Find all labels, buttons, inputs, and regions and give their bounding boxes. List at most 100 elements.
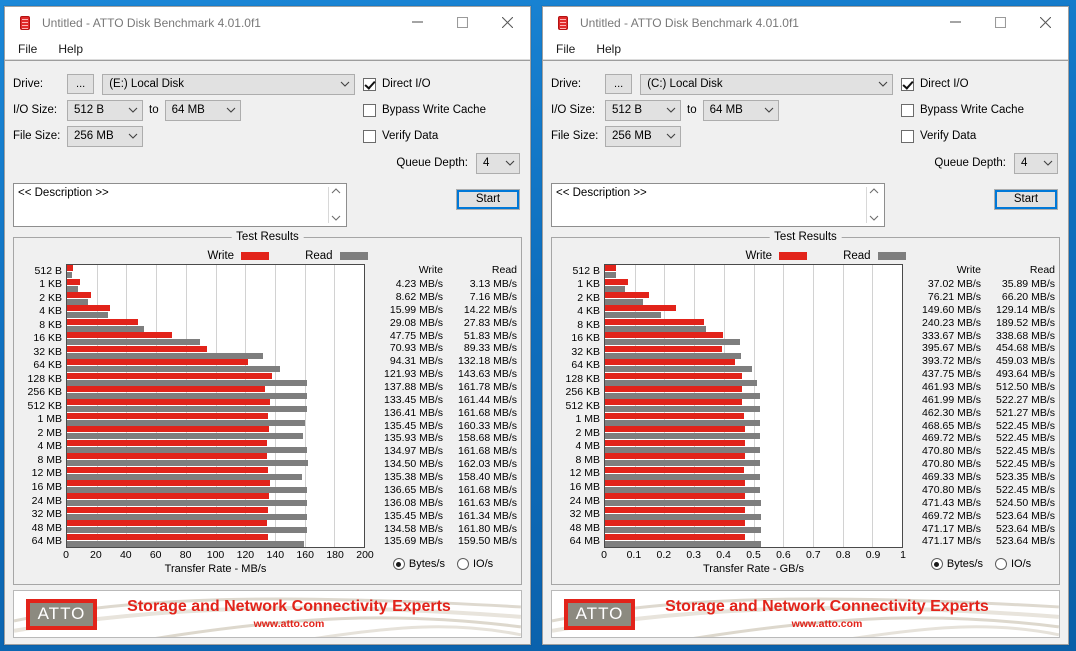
radio-icon[interactable] bbox=[392, 558, 405, 570]
close-button[interactable] bbox=[1023, 7, 1068, 38]
io-per-second-radio[interactable]: IO/s bbox=[994, 558, 1031, 570]
atto-window-left[interactable]: Untitled - ATTO Disk Benchmark 4.01.0f1 F… bbox=[4, 6, 531, 645]
direct-io-checkbox[interactable]: Direct I/O bbox=[901, 71, 1060, 97]
verify-data-checkbox-box[interactable] bbox=[363, 129, 376, 143]
write-bar bbox=[67, 479, 270, 486]
category-label: 64 KB bbox=[571, 359, 600, 372]
window-controls bbox=[933, 7, 1068, 38]
drive-select[interactable]: (E:) Local Disk bbox=[102, 73, 355, 95]
read-bar bbox=[67, 500, 308, 507]
minimize-button[interactable] bbox=[933, 7, 978, 38]
read-bar bbox=[605, 460, 761, 467]
write-bar bbox=[605, 278, 628, 285]
description-input[interactable]: << Description >> bbox=[551, 183, 885, 227]
chart-area: 512 B1 KB 2 KB 4 KB 8 KB 16 KB 32 KB 64 KB 128 … bbox=[18, 264, 517, 548]
radio-icon[interactable] bbox=[930, 558, 943, 570]
category-label: 4 KB bbox=[577, 305, 600, 318]
direct-io-checkbox[interactable]: Direct I/O bbox=[363, 71, 522, 97]
description-input[interactable]: << Description >> bbox=[13, 183, 347, 227]
read-value: 7.16 MB/s bbox=[469, 291, 517, 304]
direct-io-checkbox-box[interactable] bbox=[901, 77, 914, 91]
table-row: 469.72 MB/s 523.64 MB/s bbox=[907, 509, 1055, 522]
io-size-max-select[interactable]: 64 MB bbox=[702, 99, 779, 121]
write-value: 8.62 MB/s bbox=[395, 291, 443, 304]
verify-data-checkbox-box[interactable] bbox=[901, 129, 914, 143]
browse-button[interactable]: ... bbox=[605, 74, 633, 94]
io-size-min-select[interactable]: 512 B bbox=[67, 99, 143, 121]
window-client-area: Drive:... (E:) Local Disk I/O Size: 512 B to… bbox=[5, 60, 530, 644]
description-scrollbar[interactable] bbox=[328, 187, 342, 223]
read-value: 35.89 MB/s bbox=[1001, 278, 1055, 291]
verify-data-checkbox[interactable]: Verify Data bbox=[363, 123, 522, 149]
verify-data-checkbox[interactable]: Verify Data bbox=[901, 123, 1060, 149]
test-results-group: Test Results Write Read 512 B1 KB 2 KB 4 KB 8 … bbox=[13, 231, 522, 585]
atto-window-right[interactable]: Untitled - ATTO Disk Benchmark 4.01.0f1 F… bbox=[542, 6, 1069, 645]
bypass-write-cache-checkbox[interactable]: Bypass Write Cache bbox=[363, 97, 522, 123]
write-bar bbox=[605, 399, 743, 406]
bypass-write-cache-checkbox-box[interactable] bbox=[363, 103, 376, 117]
start-button[interactable]: Start bbox=[456, 189, 520, 210]
queue-depth-select[interactable]: 4 bbox=[476, 152, 520, 174]
table-row: 469.72 MB/s 522.45 MB/s bbox=[907, 432, 1055, 445]
io-size-min-select[interactable]: 512 B bbox=[605, 99, 681, 121]
radio-icon[interactable] bbox=[994, 558, 1007, 570]
read-value: 159.50 MB/s bbox=[458, 535, 517, 548]
file-size-select[interactable]: 256 MB bbox=[67, 125, 143, 147]
menu-item-help[interactable]: Help bbox=[56, 41, 85, 57]
drive-select[interactable]: (C:) Local Disk bbox=[640, 73, 893, 95]
bar-group bbox=[67, 493, 364, 507]
minimize-button[interactable] bbox=[395, 7, 440, 38]
bypass-write-cache-checkbox[interactable]: Bypass Write Cache bbox=[901, 97, 1060, 123]
start-button[interactable]: Start bbox=[994, 189, 1058, 210]
maximize-button[interactable] bbox=[440, 7, 485, 38]
browse-button[interactable]: ... bbox=[67, 74, 95, 94]
table-row: 135.93 MB/s 158.68 MB/s bbox=[369, 432, 517, 445]
direct-io-checkbox-box[interactable] bbox=[363, 77, 376, 91]
write-value: 29.08 MB/s bbox=[389, 316, 443, 329]
banner-url[interactable]: www.atto.com bbox=[635, 618, 1019, 630]
x-axis-tick: 140 bbox=[266, 549, 285, 561]
write-value: 437.75 MB/s bbox=[922, 368, 981, 381]
chevron-up-icon bbox=[331, 188, 340, 194]
io-size-max-select[interactable]: 64 MB bbox=[164, 99, 241, 121]
category-label: 8 KB bbox=[39, 318, 62, 331]
menu-item-file[interactable]: File bbox=[554, 41, 577, 57]
menu-item-file[interactable]: File bbox=[16, 41, 39, 57]
drive-label: Drive: bbox=[551, 78, 582, 90]
write-bar bbox=[67, 318, 138, 325]
write-bar bbox=[605, 359, 735, 366]
write-value: 134.97 MB/s bbox=[384, 445, 443, 458]
table-row: 135.38 MB/s 158.40 MB/s bbox=[369, 471, 517, 484]
verify-data-checkbox-label: Verify Data bbox=[920, 130, 977, 142]
bypass-write-cache-checkbox-box[interactable] bbox=[901, 103, 914, 117]
read-bar bbox=[605, 419, 761, 426]
category-axis: 512 B1 KB 2 KB 4 KB 8 KB 16 KB 32 KB 64 KB 128 … bbox=[556, 264, 604, 548]
write-value: 134.50 MB/s bbox=[384, 458, 443, 471]
read-bar bbox=[67, 379, 308, 386]
radio-icon[interactable] bbox=[456, 558, 469, 570]
queue-depth-select[interactable]: 4 bbox=[1014, 152, 1058, 174]
category-label: 8 MB bbox=[575, 453, 600, 466]
close-button[interactable] bbox=[485, 7, 530, 38]
maximize-button[interactable] bbox=[978, 7, 1023, 38]
menu-item-help[interactable]: Help bbox=[594, 41, 623, 57]
x-axis-tick: 40 bbox=[119, 549, 132, 561]
read-bar bbox=[605, 272, 616, 279]
io-per-second-label: IO/s bbox=[472, 558, 494, 570]
settings-left-column: Drive:... (C:) Local Disk I/O Size: 512 B to… bbox=[551, 71, 893, 177]
category-label: 1 KB bbox=[39, 278, 62, 291]
bytes-per-second-radio[interactable]: Bytes/s bbox=[392, 558, 445, 570]
bytes-per-second-radio[interactable]: Bytes/s bbox=[930, 558, 983, 570]
chevron-down-icon bbox=[1043, 160, 1053, 166]
app-icon-glyph bbox=[558, 15, 568, 30]
io-per-second-radio[interactable]: IO/s bbox=[456, 558, 494, 570]
chevron-down-icon bbox=[878, 81, 888, 87]
description-scrollbar[interactable] bbox=[866, 187, 880, 223]
table-row: 47.75 MB/s 51.83 MB/s bbox=[369, 329, 517, 342]
io-size-to-label: to bbox=[149, 104, 159, 116]
file-size-select[interactable]: 256 MB bbox=[605, 125, 681, 147]
legend-write-swatch bbox=[241, 252, 270, 260]
banner-url[interactable]: www.atto.com bbox=[97, 618, 481, 630]
table-row: 15.99 MB/s 14.22 MB/s bbox=[369, 304, 517, 317]
read-bar bbox=[67, 406, 308, 413]
